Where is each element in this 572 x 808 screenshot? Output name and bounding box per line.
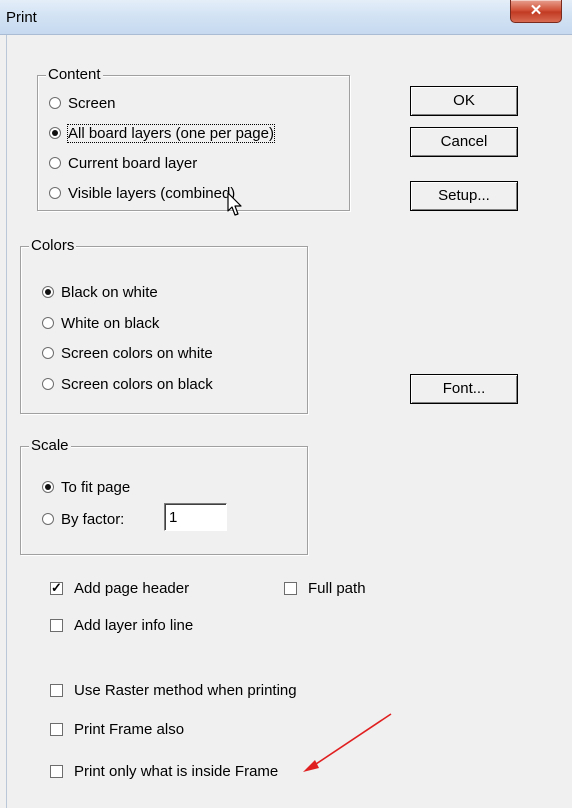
checkbox-label: Add page header: [74, 579, 190, 597]
checkbox-label: Print Frame also: [74, 720, 185, 738]
colors-group: Colors Black on white White on black Scr…: [20, 238, 308, 414]
dialog-body: Content Screen All board layers (one per…: [6, 35, 572, 808]
content-option-all-layers[interactable]: All board layers (one per page): [49, 123, 275, 143]
checkbox-full-path[interactable]: Full path: [284, 578, 366, 598]
factor-input[interactable]: [164, 503, 227, 531]
scale-option-label: To fit page: [61, 478, 131, 496]
content-option-screen[interactable]: Screen: [49, 93, 116, 113]
colors-option-label: White on black: [61, 314, 160, 332]
colors-option-label: Screen colors on white: [61, 344, 213, 362]
content-option-current-layer[interactable]: Current board layer: [49, 153, 197, 173]
use-raster-check[interactable]: [50, 683, 63, 697]
print-frame-check[interactable]: [50, 722, 63, 736]
checkbox-label: Add layer info line: [74, 616, 194, 634]
close-button[interactable]: ✕: [510, 0, 562, 23]
title-bar: Print ✕: [0, 0, 572, 35]
full-path-check[interactable]: [284, 581, 297, 595]
checkbox-label: Use Raster method when printing: [74, 681, 297, 699]
radio-fit-page[interactable]: [42, 481, 54, 493]
red-arrow-annotation: [303, 713, 392, 772]
radio-screen-on-black[interactable]: [42, 378, 54, 390]
checkbox-print-inside-frame[interactable]: Print only what is inside Frame: [50, 761, 278, 781]
colors-option-label: Black on white: [61, 283, 158, 301]
cancel-button[interactable]: Cancel: [410, 127, 518, 157]
checkbox-add-page-header[interactable]: ✓ Add page header: [50, 578, 189, 598]
content-option-label: Current board layer: [68, 154, 198, 172]
scale-option-label: By factor:: [61, 510, 125, 528]
add-layer-info-check[interactable]: [50, 618, 63, 632]
colors-legend: Colors: [29, 237, 77, 254]
setup-button[interactable]: Setup...: [410, 181, 518, 211]
content-legend: Content: [46, 66, 103, 83]
scale-option-fit-page[interactable]: To fit page: [42, 477, 130, 497]
radio-black-on-white[interactable]: [42, 286, 54, 298]
mouse-pointer-icon: [227, 192, 242, 216]
radio-screen-on-white[interactable]: [42, 347, 54, 359]
print-inside-frame-check[interactable]: [50, 764, 63, 778]
scale-legend: Scale: [29, 437, 71, 454]
colors-option-black-on-white[interactable]: Black on white: [42, 282, 158, 302]
scale-option-by-factor[interactable]: By factor:: [42, 509, 124, 529]
content-group: Content Screen All board layers (one per…: [37, 67, 350, 211]
content-option-label: All board layers (one per page): [67, 123, 275, 143]
colors-option-screen-on-black[interactable]: Screen colors on black: [42, 374, 213, 394]
radio-white-on-black[interactable]: [42, 317, 54, 329]
ok-button[interactable]: OK: [410, 86, 518, 116]
checkbox-use-raster[interactable]: Use Raster method when printing: [50, 680, 297, 700]
font-button[interactable]: Font...: [410, 374, 518, 404]
colors-option-screen-on-white[interactable]: Screen colors on white: [42, 343, 213, 363]
content-option-visible-layers[interactable]: Visible layers (combined): [49, 183, 235, 203]
checkbox-label: Full path: [308, 579, 366, 597]
content-option-label: Visible layers (combined): [68, 184, 236, 202]
radio-visible-layers[interactable]: [49, 187, 61, 199]
window-title: Print: [6, 9, 37, 26]
colors-option-label: Screen colors on black: [61, 375, 213, 393]
content-option-label: Screen: [68, 94, 116, 112]
scale-group: Scale To fit page By factor:: [20, 438, 308, 555]
radio-by-factor[interactable]: [42, 513, 54, 525]
colors-option-white-on-black[interactable]: White on black: [42, 313, 159, 333]
radio-current-layer[interactable]: [49, 157, 61, 169]
checkbox-print-frame[interactable]: Print Frame also: [50, 719, 184, 739]
checkbox-label: Print only what is inside Frame: [74, 762, 279, 780]
add-page-header-check[interactable]: ✓: [50, 581, 63, 595]
checkbox-add-layer-info[interactable]: Add layer info line: [50, 615, 193, 635]
radio-screen[interactable]: [49, 97, 61, 109]
close-icon: ✕: [529, 2, 543, 19]
radio-all-layers[interactable]: [49, 127, 61, 139]
